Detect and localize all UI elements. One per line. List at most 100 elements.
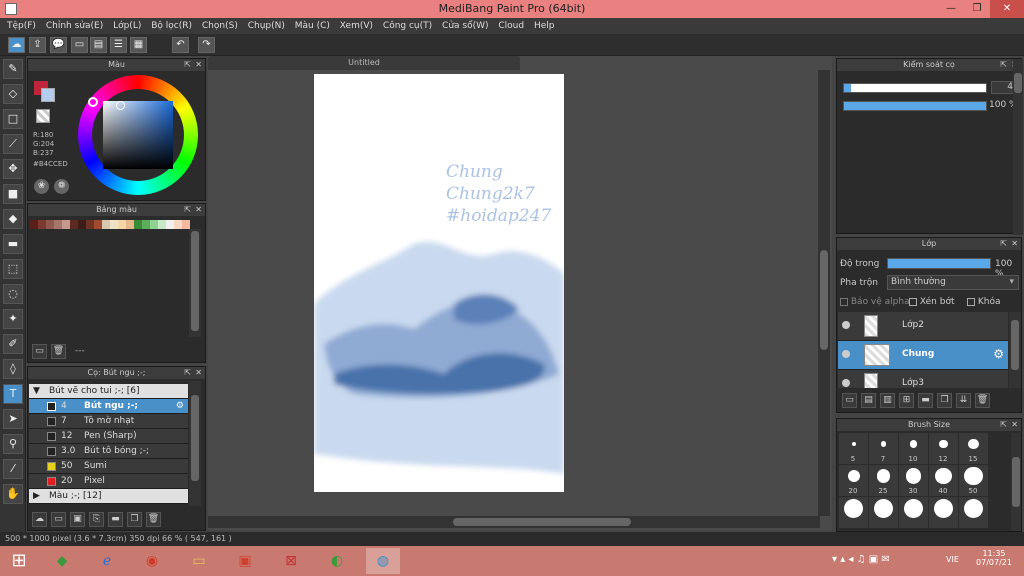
brush-control-scrollbar[interactable]	[1013, 59, 1023, 235]
palette-swatch[interactable]	[118, 220, 126, 229]
palette-swatch[interactable]	[94, 220, 102, 229]
bucket-tool-icon[interactable]: ◆	[3, 209, 23, 229]
menu-file[interactable]: Tệp(F)	[0, 18, 36, 34]
brush-size-cell[interactable]: 30	[899, 465, 928, 496]
palette-swatch[interactable]	[62, 220, 70, 229]
palette-swatch[interactable]	[182, 220, 190, 229]
delete-palette-icon[interactable]: 🗑	[51, 344, 66, 359]
layer-row[interactable]: Chung ⚙	[838, 341, 1008, 370]
brush-row[interactable]: 4 Bút ngu ;-; ⚙	[29, 399, 188, 414]
undo-icon[interactable]: ↶	[172, 37, 189, 53]
share-icon[interactable]: ⇪	[29, 37, 46, 53]
palette-swatch[interactable]	[158, 220, 166, 229]
add-layer-menu-icon[interactable]: ⊞	[899, 393, 914, 408]
menu-tools[interactable]: Công cụ(T)	[376, 18, 432, 34]
lasso-tool-icon[interactable]: ◌	[3, 284, 23, 304]
palette-swatch[interactable]	[46, 220, 54, 229]
undock-icon[interactable]: ⇱	[184, 367, 191, 379]
brush-row[interactable]: 50 Sumi	[29, 459, 188, 474]
brush-group-header[interactable]: ▼ Bút vẽ cho tui ;-; [6]	[29, 384, 188, 399]
palette-swatch[interactable]	[174, 220, 182, 229]
brush-list-scrollbar[interactable]	[189, 381, 201, 506]
document-tab[interactable]: Untitled	[208, 56, 520, 70]
select-eraser-tool-icon[interactable]: ◊	[3, 359, 23, 379]
brush-size-cell[interactable]	[869, 497, 898, 528]
operation-tool-icon[interactable]: ➤	[3, 409, 23, 429]
saturation-value-square[interactable]	[103, 101, 173, 169]
palette-swatch[interactable]	[30, 220, 38, 229]
brush-size-cell[interactable]: 20	[839, 465, 868, 496]
brush-new-icon[interactable]: ▭	[51, 512, 66, 527]
brush-add-icon[interactable]: ▣	[70, 512, 85, 527]
brush-cloud-icon[interactable]: ☁	[32, 512, 47, 527]
eye-icon[interactable]	[842, 350, 850, 358]
close-icon[interactable]: ✕	[1011, 419, 1018, 431]
brush-size-cell[interactable]: 15	[959, 433, 988, 464]
palette-swatch[interactable]	[142, 220, 150, 229]
menu-layer[interactable]: Lớp(L)	[106, 18, 141, 34]
fill-rect-tool-icon[interactable]: ■	[3, 184, 23, 204]
undock-icon[interactable]: ⇱	[184, 59, 191, 71]
menu-snap[interactable]: Chụp(N)	[241, 18, 285, 34]
list-icon[interactable]: ☰	[110, 37, 127, 53]
eye-icon[interactable]	[842, 379, 850, 387]
brush-size-cell[interactable]	[839, 497, 868, 528]
layer-settings-icon[interactable]: ⚙	[993, 347, 1004, 361]
palette-swatch[interactable]	[86, 220, 94, 229]
brush-size-cell[interactable]: 5	[839, 433, 868, 464]
undock-icon[interactable]: ⇱	[1000, 238, 1007, 250]
brush-size-slider[interactable]	[843, 83, 987, 93]
brush-size-cell[interactable]: 25	[869, 465, 898, 496]
brush-opacity-slider[interactable]	[843, 101, 987, 111]
delete-layer-icon[interactable]: 🗑	[975, 393, 990, 408]
undock-icon[interactable]: ⇱	[1000, 419, 1007, 431]
new-halftone-layer-icon[interactable]: ▤	[861, 393, 876, 408]
palette-swatch[interactable]	[150, 220, 158, 229]
powerpoint-icon[interactable]: ▣	[228, 548, 262, 574]
brush-tool-icon[interactable]: ✎	[3, 59, 23, 79]
brush-size-cell[interactable]: 50	[959, 465, 988, 496]
brush-copy-icon[interactable]: ⎘	[89, 512, 104, 527]
palette-swatch[interactable]	[110, 220, 118, 229]
new-layer-icon[interactable]: ▭	[842, 393, 857, 408]
magic-wand-tool-icon[interactable]: ✦	[3, 309, 23, 329]
gear-icon[interactable]: ⚙	[176, 399, 184, 414]
palette-add-icon[interactable]: ❁	[54, 179, 69, 194]
brush-size-scrollbar[interactable]	[1011, 433, 1021, 531]
menu-view[interactable]: Xem(V)	[333, 18, 373, 34]
eye-icon[interactable]	[842, 321, 850, 329]
close-icon[interactable]: ✕	[1011, 238, 1018, 250]
brush-size-cell[interactable]	[929, 497, 958, 528]
tray-icons[interactable]: ▾ ▴ ◂ ♫ ▣ ✉	[832, 554, 890, 565]
menu-color[interactable]: Màu (C)	[288, 18, 330, 34]
canvas-paper[interactable]: Chung Chung2k7 #hoidap247	[314, 74, 564, 492]
start-button[interactable]: ⊞	[2, 548, 36, 574]
hand-tool-icon[interactable]: ✋	[3, 484, 23, 504]
brush-size-cell[interactable]	[959, 497, 988, 528]
color-cursor[interactable]	[116, 101, 125, 110]
blend-mode-select[interactable]: Bình thường ▾	[887, 275, 1019, 290]
layer-row[interactable]: Lớp3	[838, 370, 1008, 388]
palette-swatch[interactable]	[38, 220, 46, 229]
brush-size-cell[interactable]: 10	[899, 433, 928, 464]
palette-swatch[interactable]	[54, 220, 62, 229]
close-button[interactable]: ✕	[990, 0, 1024, 18]
palette-swatch[interactable]	[166, 220, 174, 229]
menu-help[interactable]: Help	[527, 18, 555, 34]
palette-swatch[interactable]	[78, 220, 86, 229]
bluestacks-icon[interactable]: ◆	[45, 548, 79, 574]
brush-group-header-2[interactable]: ▶ Màu ;-; [12]	[29, 489, 188, 504]
minimize-button[interactable]: —	[938, 0, 964, 18]
menu-edit[interactable]: Chỉnh sửa(E)	[39, 18, 103, 34]
palette-scrollbar[interactable]	[189, 229, 201, 337]
brush-row[interactable]: 3.0 Bút tô bóng ;-;	[29, 444, 188, 459]
layer-folder-icon[interactable]: ▬	[918, 393, 933, 408]
menu-window[interactable]: Cửa sổ(W)	[435, 18, 488, 34]
close-icon[interactable]: ✕	[195, 367, 202, 379]
brush-row[interactable]: 12 Pen (Sharp)	[29, 429, 188, 444]
brush-row[interactable]: 20 Pixel	[29, 474, 188, 489]
undock-icon[interactable]: ⇱	[1000, 59, 1007, 71]
close-icon[interactable]: ✕	[195, 59, 202, 71]
redo-icon[interactable]: ↷	[198, 37, 215, 53]
document-icon[interactable]: ▤	[90, 37, 107, 53]
